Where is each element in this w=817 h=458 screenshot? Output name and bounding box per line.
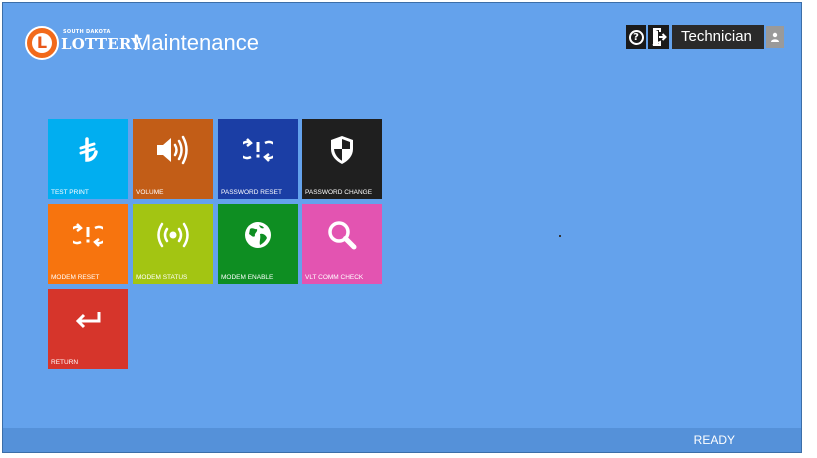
logo-letter: L <box>32 33 52 53</box>
test-print-icon <box>48 133 128 167</box>
tile-modem-enable[interactable]: MODEM ENABLE <box>218 204 298 284</box>
tile-label: PASSWORD RESET <box>221 189 282 196</box>
help-icon: ? <box>628 29 644 45</box>
tile-label: MODEM RESET <box>51 274 100 281</box>
tile-label: MODEM ENABLE <box>221 274 274 281</box>
tile-label: PASSWORD CHANGE <box>305 189 373 196</box>
tile-label: VLT COMM CHECK <box>305 274 364 281</box>
tile-password-change[interactable]: PASSWORD CHANGE <box>302 119 382 199</box>
user-avatar-icon[interactable] <box>766 26 784 48</box>
speaker-icon <box>133 133 213 167</box>
maintenance-screen: L SOUTH DAKOTA LOTTERY Maintenance ? Tec… <box>2 2 802 453</box>
reset-icon <box>218 133 298 167</box>
tile-label: VOLUME <box>136 189 164 196</box>
help-button[interactable]: ? <box>626 25 646 49</box>
tile-label: RETURN <box>51 359 79 366</box>
tile-label: TEST PRINT <box>51 189 89 196</box>
status-bar: READY <box>3 428 801 452</box>
tile-volume[interactable]: VOLUME <box>133 119 213 199</box>
tile-modem-status[interactable]: MODEM STATUS <box>133 204 213 284</box>
status-text: READY <box>693 433 735 447</box>
signal-icon <box>133 218 213 252</box>
tile-test-print[interactable]: TEST PRINT <box>48 119 128 199</box>
globe-icon <box>218 218 298 252</box>
mouse-cursor <box>559 235 561 237</box>
return-arrow-icon <box>48 303 128 337</box>
person-icon <box>771 32 779 42</box>
tile-vlt-comm-check[interactable]: VLT COMM CHECK <box>302 204 382 284</box>
logo-wordmark: LOTTERY <box>61 35 142 53</box>
tile-password-reset[interactable]: PASSWORD RESET <box>218 119 298 199</box>
tile-return[interactable]: RETURN <box>48 289 128 369</box>
reset-icon <box>48 218 128 252</box>
page-title: Maintenance <box>133 30 259 55</box>
tile-label: MODEM STATUS <box>136 274 188 281</box>
user-name[interactable]: Technician <box>672 25 764 49</box>
tile-modem-reset[interactable]: MODEM RESET <box>48 204 128 284</box>
logout-icon <box>652 28 667 46</box>
logo-badge: L <box>25 26 59 60</box>
shield-icon <box>302 133 382 167</box>
logout-button[interactable] <box>648 25 669 49</box>
search-icon <box>302 218 382 252</box>
lottery-logo: L SOUTH DAKOTA LOTTERY <box>25 26 142 62</box>
